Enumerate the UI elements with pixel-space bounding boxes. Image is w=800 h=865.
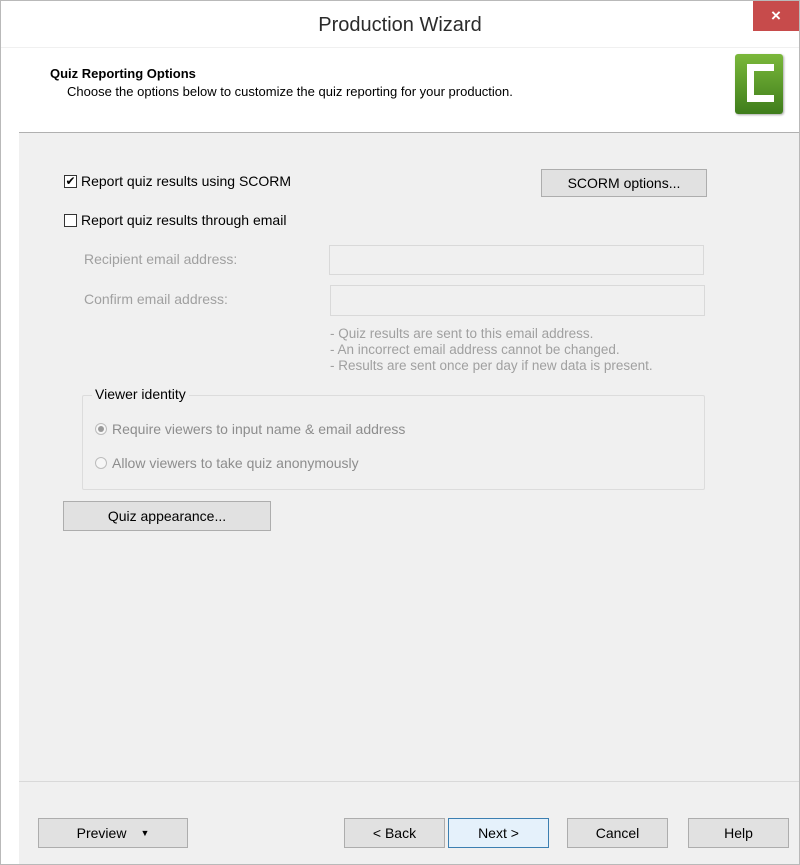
window-title: Production Wizard	[318, 14, 482, 36]
scorm-checkbox[interactable]: ✔	[64, 174, 77, 188]
email-note-1: - Quiz results are sent to this email ad…	[330, 326, 594, 341]
page-title: Quiz Reporting Options	[50, 66, 196, 81]
dropdown-arrow-icon: ▼	[140, 828, 150, 838]
confirm-email-label: Confirm email address:	[84, 291, 228, 307]
camtasia-logo-icon	[735, 54, 783, 114]
title-bar: Production Wizard ×	[1, 1, 799, 47]
preview-label: Preview	[76, 825, 127, 841]
footer-divider	[19, 781, 799, 782]
wizard-content: ✔ Report quiz results using SCORM SCORM …	[19, 133, 799, 864]
quiz-appearance-button[interactable]: Quiz appearance...	[63, 501, 271, 531]
page-subtitle: Choose the options below to customize th…	[67, 84, 513, 99]
recipient-email-label: Recipient email address:	[84, 251, 238, 267]
back-button[interactable]: < Back	[344, 818, 445, 848]
anonymous-option[interactable]: Allow viewers to take quiz anonymously	[95, 455, 359, 471]
require-identity-radio[interactable]	[95, 423, 107, 435]
scorm-options-button[interactable]: SCORM options...	[541, 169, 707, 197]
scorm-checkbox-label: Report quiz results using SCORM	[81, 173, 292, 189]
email-checkbox-row[interactable]: Report quiz results through email	[64, 212, 286, 228]
recipient-email-field[interactable]	[329, 245, 704, 275]
scorm-checkbox-row[interactable]: ✔ Report quiz results using SCORM	[64, 173, 291, 189]
confirm-email-field[interactable]	[330, 285, 705, 316]
wizard-header: Quiz Reporting Options Choose the option…	[19, 48, 799, 133]
require-identity-option[interactable]: Require viewers to input name & email ad…	[95, 421, 405, 437]
email-notes: - Quiz results are sent to this email ad…	[330, 326, 653, 374]
next-button[interactable]: Next >	[448, 818, 549, 848]
preview-button[interactable]: Preview ▼	[38, 818, 188, 848]
help-button[interactable]: Help	[688, 818, 789, 848]
cancel-button[interactable]: Cancel	[567, 818, 668, 848]
left-margin	[1, 48, 19, 864]
checkmark-icon: ✔	[65, 174, 76, 188]
email-note-3: - Results are sent once per day if new d…	[330, 358, 653, 373]
email-note-2: - An incorrect email address cannot be c…	[330, 342, 620, 357]
production-wizard-window: Production Wizard × Quiz Reporting Optio…	[0, 0, 800, 865]
close-button[interactable]: ×	[753, 1, 799, 31]
anonymous-label: Allow viewers to take quiz anonymously	[112, 455, 359, 471]
email-checkbox[interactable]	[64, 213, 77, 227]
require-identity-label: Require viewers to input name & email ad…	[112, 421, 406, 437]
close-icon: ×	[771, 6, 781, 25]
email-checkbox-label: Report quiz results through email	[81, 212, 287, 228]
viewer-identity-group: Viewer identity Require viewers to input…	[82, 386, 705, 490]
viewer-identity-label: Viewer identity	[92, 386, 189, 402]
anonymous-radio[interactable]	[95, 457, 107, 469]
